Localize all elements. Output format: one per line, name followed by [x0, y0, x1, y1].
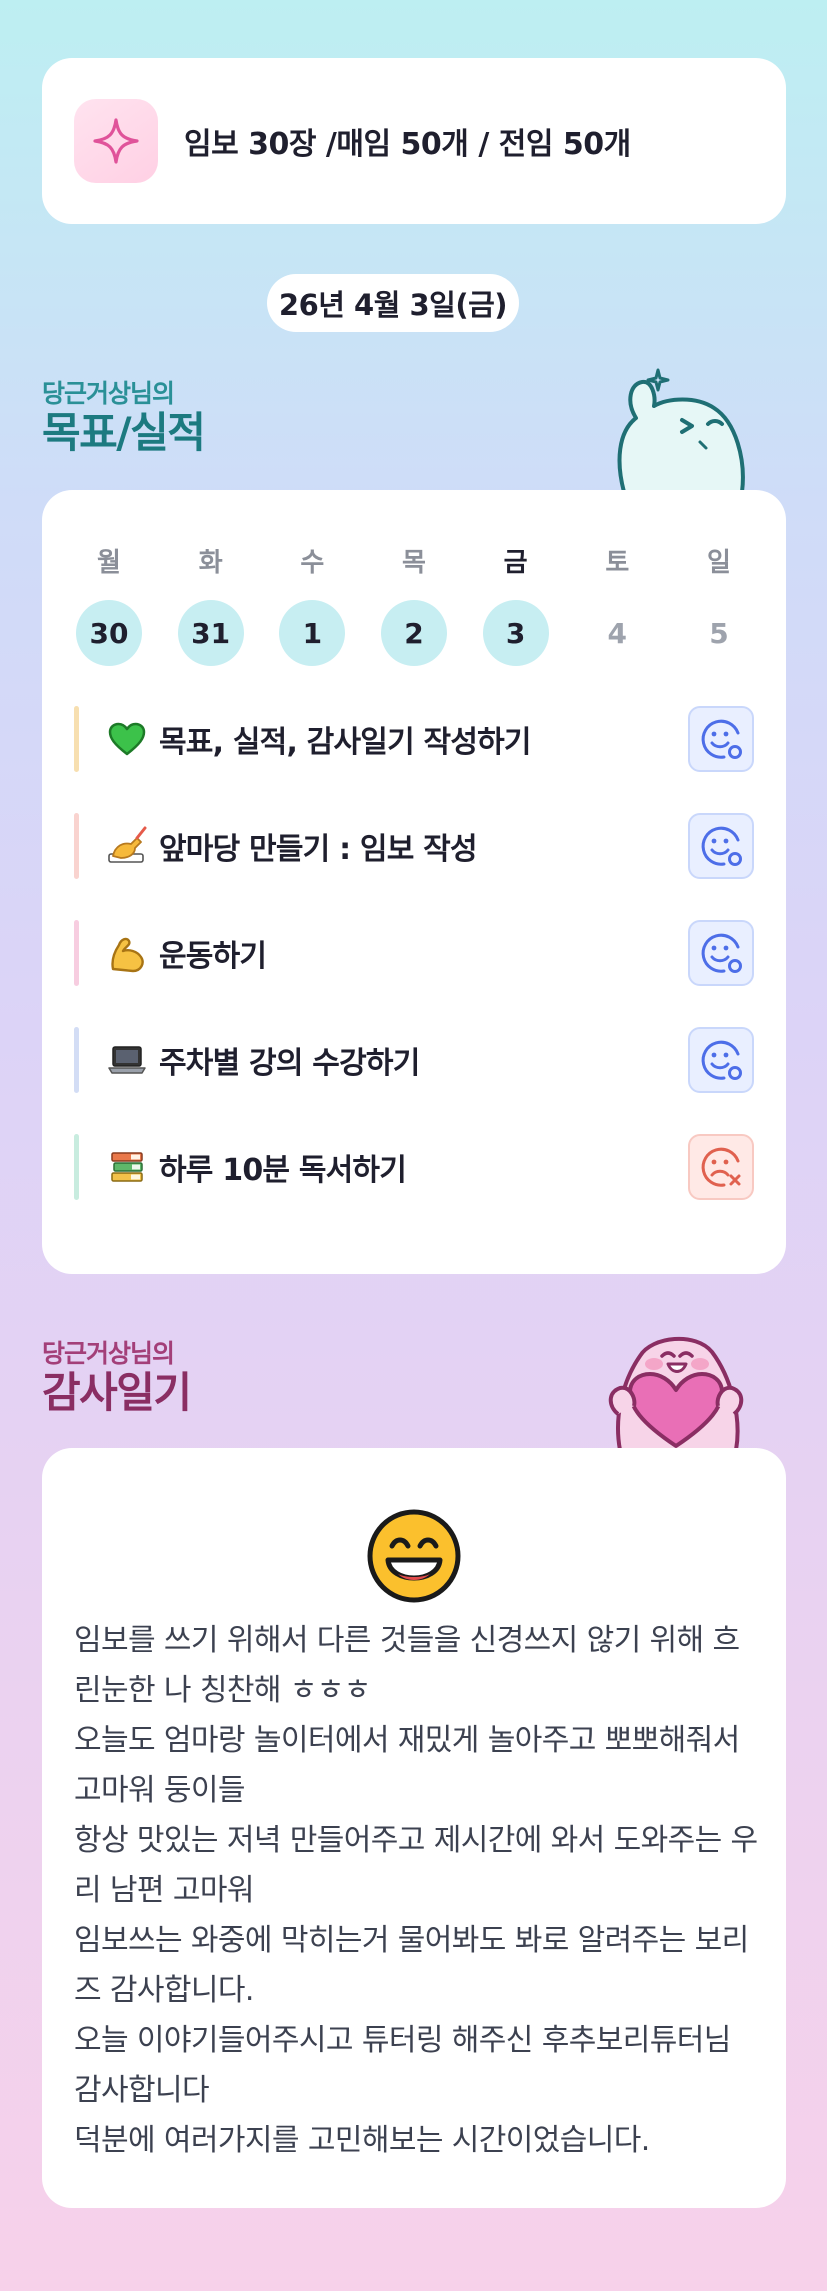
- task-color-bar: [74, 813, 79, 879]
- day-date: 4: [607, 616, 628, 650]
- day-sat[interactable]: 토 4: [584, 542, 650, 666]
- status-done-button[interactable]: [688, 706, 754, 772]
- status-done-button[interactable]: [688, 1027, 754, 1093]
- thanks-line: 임보쓰는 와중에 막히는거 물어봐도 봐로 알려주는 보리즈 감사합니다.: [74, 1923, 749, 2008]
- day-label: 화: [198, 548, 223, 578]
- day-thu[interactable]: 목 2: [380, 542, 447, 666]
- thanks-line: 오늘도 엄마랑 놀이터에서 재밌게 놀아주고 뽀뽀해줘서 고마워 둥이들: [74, 1723, 740, 1808]
- books-icon: [107, 1147, 147, 1187]
- day-label: 토: [605, 548, 630, 578]
- task-row-reading[interactable]: 하루 10분 독서하기: [74, 1134, 754, 1200]
- green-heart-icon: [107, 719, 147, 759]
- day-date: 30: [76, 600, 142, 666]
- goal-text: 임보 30장 /매임 50개 / 전임 50개: [184, 127, 631, 162]
- mascot-cheering-icon: [596, 362, 752, 496]
- task-label: 하루 10분 독서하기: [159, 1153, 407, 1188]
- day-date: 1: [279, 600, 346, 666]
- day-date: 2: [380, 600, 447, 666]
- day-date: 31: [177, 600, 244, 666]
- day-label: 일: [706, 548, 731, 578]
- task-label: 앞마당 만들기 : 임보 작성: [159, 832, 478, 867]
- goals-card: 월 30 화 31 수 1 목 2 금 3 토 4 일 5 목표, 실적, 감사…: [42, 490, 786, 1274]
- goals-section-title: 목표/실적: [42, 408, 206, 457]
- day-label: 수: [300, 548, 325, 578]
- day-tue[interactable]: 화 31: [177, 542, 244, 666]
- thanks-section-subtitle: 당근거상님의: [42, 1339, 175, 1368]
- goals-section-heading: 당근거상님의 목표/실적: [42, 374, 206, 457]
- laptop-icon: [107, 1040, 147, 1080]
- sparkle-icon: [74, 99, 158, 183]
- day-mon[interactable]: 월 30: [76, 542, 142, 666]
- thanks-card: 임보를 쓰기 위해서 다른 것들을 신경쓰지 않기 위해 흐린눈한 나 칭찬해 …: [42, 1448, 786, 2208]
- flexed-biceps-icon: [107, 933, 147, 973]
- week-calendar: 월 30 화 31 수 1 목 2 금 3 토 4 일 5: [76, 542, 752, 666]
- goal-card: 임보 30장 /매임 50개 / 전임 50개: [42, 58, 786, 224]
- task-row-lecture[interactable]: 주차별 강의 수강하기: [74, 1027, 754, 1093]
- day-sun[interactable]: 일 5: [686, 542, 752, 666]
- task-label: 목표, 실적, 감사일기 작성하기: [159, 725, 532, 760]
- task-label: 운동하기: [159, 939, 267, 974]
- day-label: 목: [402, 548, 426, 578]
- thanks-line: 오늘 이야기들어주시고 튜터링 해주신 후추보리튜터님 감사합니다: [74, 2023, 731, 2108]
- goals-section-subtitle: 당근거상님의: [42, 379, 175, 408]
- day-date: 3: [482, 600, 549, 666]
- day-fri[interactable]: 금 3: [482, 542, 549, 666]
- task-color-bar: [74, 1027, 79, 1093]
- task-color-bar: [74, 1134, 79, 1200]
- thanks-line: 덕분에 여러가지를 고민해보는 시간이었습니다.: [74, 2123, 650, 2158]
- task-color-bar: [74, 920, 79, 986]
- status-missed-button[interactable]: [688, 1134, 754, 1200]
- thanks-section-heading: 당근거상님의 감사일기: [42, 1334, 192, 1417]
- task-label: 주차별 강의 수강하기: [159, 1046, 420, 1081]
- writing-hand-icon: [107, 826, 147, 866]
- status-done-button[interactable]: [688, 813, 754, 879]
- day-label: 월: [97, 548, 121, 578]
- task-color-bar: [74, 706, 79, 772]
- date-pill: 26년 4월 3일(금): [267, 274, 519, 332]
- grinning-face-icon: [366, 1508, 462, 1608]
- day-label-today: 금: [503, 548, 528, 578]
- status-done-button[interactable]: [688, 920, 754, 986]
- task-row-diary[interactable]: 목표, 실적, 감사일기 작성하기: [74, 706, 754, 772]
- thanks-section-title: 감사일기: [42, 1368, 192, 1417]
- day-wed[interactable]: 수 1: [279, 542, 346, 666]
- mascot-heart-icon: [596, 1322, 756, 1454]
- thanks-line: 항상 맛있는 저녁 만들어주고 제시간에 와서 도와주는 우리 남편 고마워: [74, 1823, 758, 1908]
- task-row-exercise[interactable]: 운동하기: [74, 920, 754, 986]
- thanks-line: 임보를 쓰기 위해서 다른 것들을 신경쓰지 않기 위해 흐린눈한 나 칭찬해 …: [74, 1623, 740, 1708]
- task-row-report[interactable]: 앞마당 만들기 : 임보 작성: [74, 813, 754, 879]
- thanks-diary-text: 임보를 쓰기 위해서 다른 것들을 신경쓰지 않기 위해 흐린눈한 나 칭찬해 …: [74, 1616, 764, 2166]
- day-date: 5: [709, 616, 729, 650]
